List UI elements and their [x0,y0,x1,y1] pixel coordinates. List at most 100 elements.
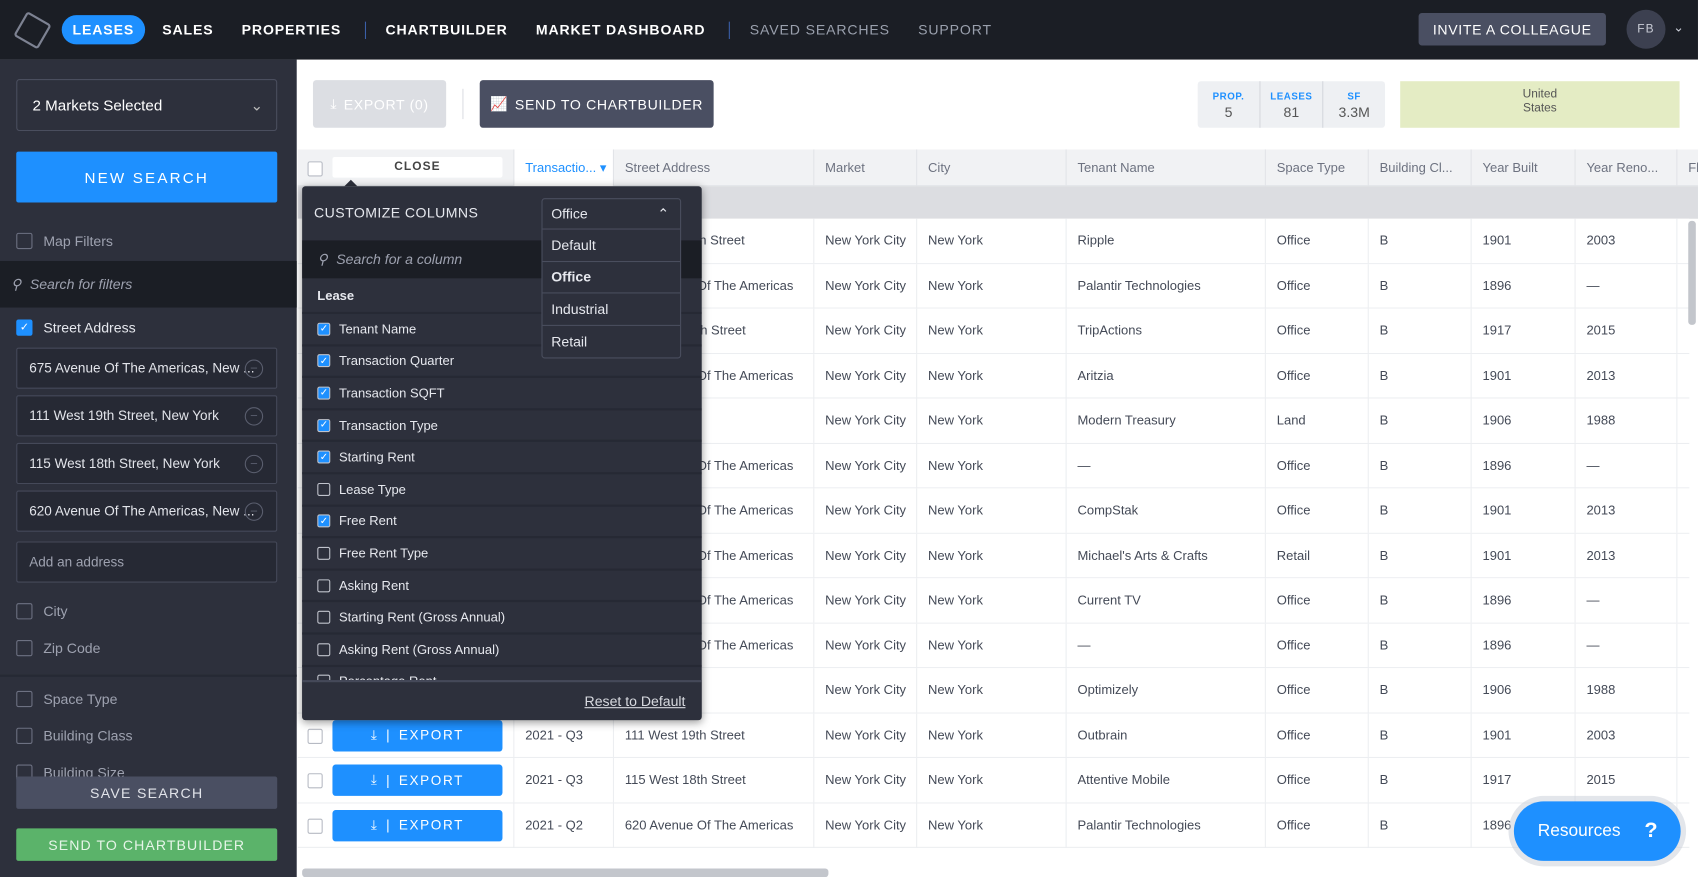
close-columns-button[interactable]: CLOSE [332,157,503,178]
filter-label: Zip Code [43,639,101,657]
column-header[interactable]: Tenant Name [1065,149,1265,187]
checkbox-checked[interactable]: ✓ [317,418,331,432]
building-class-filter[interactable]: Building Class [16,727,133,744]
column-header[interactable]: Space Type [1264,149,1368,187]
remove-icon[interactable]: − [244,358,264,378]
send-to-chartbuilder-button[interactable]: 📈 SEND TO CHARTBUILDER [479,80,714,128]
column-option[interactable]: ✓ Starting Rent [302,440,702,472]
column-option[interactable]: Free Rent Type [302,536,702,568]
checkbox[interactable] [16,639,33,657]
preset-option-default[interactable]: Default [542,230,681,262]
row-checkbox[interactable] [307,728,323,744]
export-label: EXPORT [398,772,464,788]
preset-selected[interactable]: Office ⌃ [542,199,681,230]
horizontal-scrollbar[interactable] [302,868,829,877]
filter-search-input[interactable]: ⚲ Search for filters [0,260,297,308]
checkbox[interactable] [16,603,33,620]
table-cell: New York [916,668,1065,713]
column-option[interactable]: Lease Type [302,472,702,504]
city-filter[interactable]: City [16,603,68,620]
nav-leases[interactable]: LEASES [61,15,145,45]
table-cell: 2013 [1574,488,1677,533]
markets-dropdown[interactable]: 2 Markets Selected ⌄ [16,79,278,132]
column-option[interactable]: ✓ Transaction Type [302,408,702,440]
table-row[interactable]: ⤓ | EXPORT 2021 - Q2 620 Avenue Of The Ameri… [297,802,1690,848]
checkbox-checked[interactable]: ✓ [16,319,33,336]
preset-option-retail[interactable]: Retail [543,325,681,357]
row-checkbox[interactable] [307,773,323,789]
checkbox-checked[interactable]: ✓ [317,514,331,528]
markets-label: 2 Markets Selected [32,96,163,114]
checkbox[interactable] [16,232,33,250]
sidebar-send-to-chartbuilder-button[interactable]: SEND TO CHARTBUILDER [16,828,278,861]
column-preset-dropdown[interactable]: Office ⌃ Default Office Industrial Retail [541,198,682,359]
space-type-filter[interactable]: Space Type [16,690,117,708]
export-button[interactable]: ⤓ EXPORT (0) [312,80,447,128]
column-header[interactable]: Year Reno... [1574,149,1677,187]
nav-chartbuilder[interactable]: CHARTBUILDER [375,15,519,44]
map-thumbnail[interactable]: United States [1400,81,1680,128]
remove-icon[interactable]: − [244,406,264,426]
column-header[interactable]: Year Built [1470,149,1575,187]
table-cell: 1901 [1470,713,1575,758]
row-export-button[interactable]: ⤓ | EXPORT [332,809,503,841]
nav-properties[interactable]: PROPERTIES [231,15,352,44]
column-option[interactable]: Asking Rent [302,568,702,600]
remove-icon[interactable]: − [244,454,264,473]
street-address-filter[interactable]: ✓ Street Address [16,319,136,336]
vertical-scrollbar[interactable] [1688,220,1696,325]
table-cell: Office [1264,308,1368,354]
save-search-button[interactable]: SAVE SEARCH [16,776,278,809]
column-header[interactable]: Fl [1676,149,1698,187]
column-option[interactable]: ✓ Transaction SQFT [302,375,702,408]
nav-support[interactable]: SUPPORT [907,15,1003,44]
address-chip: 115 West 18th Street, New York − [16,442,278,485]
checkbox-checked[interactable]: ✓ [317,322,331,336]
checkbox-checked[interactable]: ✓ [317,354,331,368]
checkbox[interactable] [16,727,33,744]
row-export-button[interactable]: ⤓ | EXPORT [332,719,503,751]
column-header[interactable]: Market [813,149,916,187]
column-option[interactable]: Starting Rent (Gross Annual) [302,600,702,632]
reset-to-default-link[interactable]: Reset to Default [585,693,686,709]
filter-search-placeholder: Search for filters [29,276,133,293]
select-all-checkbox[interactable] [307,161,323,177]
column-option[interactable]: ✓ Free Rent [302,504,702,536]
preset-option-industrial[interactable]: Industrial [542,293,681,326]
table-cell: — [1574,263,1677,309]
new-search-button[interactable]: NEW SEARCH [16,151,278,203]
checkbox-checked[interactable]: ✓ [317,386,331,400]
checkbox[interactable] [317,643,331,657]
preset-option-office[interactable]: Office [542,262,681,294]
checkbox-checked[interactable]: ✓ [317,450,331,464]
chevron-down-icon[interactable]: ⌄ [1673,19,1684,34]
add-address-input[interactable]: Add an address [16,541,278,583]
nav-market-dashboard[interactable]: MARKET DASHBOARD [525,15,716,44]
column-option[interactable]: Asking Rent (Gross Annual) [302,632,702,664]
checkbox[interactable] [317,578,331,592]
invite-colleague-button[interactable]: INVITE A COLLEAGUE [1418,12,1606,46]
column-header[interactable]: Street Address [612,149,813,187]
checkbox[interactable] [317,610,331,624]
column-option-label: Asking Rent [338,577,410,593]
column-header[interactable]: Building Cl... [1367,149,1471,187]
row-export-button[interactable]: ⤓ | EXPORT [332,764,503,796]
checkbox[interactable] [317,482,331,496]
column-header-transaction[interactable]: Transactio... ▾ [513,149,613,187]
zip-code-filter[interactable]: Zip Code [16,639,101,657]
row-checkbox[interactable] [307,818,323,834]
address-text: 115 West 18th Street, New York [29,455,220,472]
resources-button[interactable]: Resources? [1513,801,1681,861]
checkbox[interactable] [317,546,331,560]
nav-sales[interactable]: SALES [151,15,224,44]
checkbox[interactable] [16,690,33,708]
street-address-label: Street Address [43,319,136,336]
map-filters-toggle[interactable]: Map Filters [16,232,113,250]
remove-icon[interactable]: − [244,501,264,521]
table-row[interactable]: ⤓ | EXPORT 2021 - Q3 115 West 18th Street New… [297,758,1690,803]
table-cell: Modern Treasury [1065,398,1265,443]
column-header[interactable]: City [916,149,1065,187]
nav-saved-searches[interactable]: SAVED SEARCHES [739,15,901,44]
user-avatar[interactable]: FB [1626,9,1666,49]
logo-icon[interactable] [13,10,52,50]
